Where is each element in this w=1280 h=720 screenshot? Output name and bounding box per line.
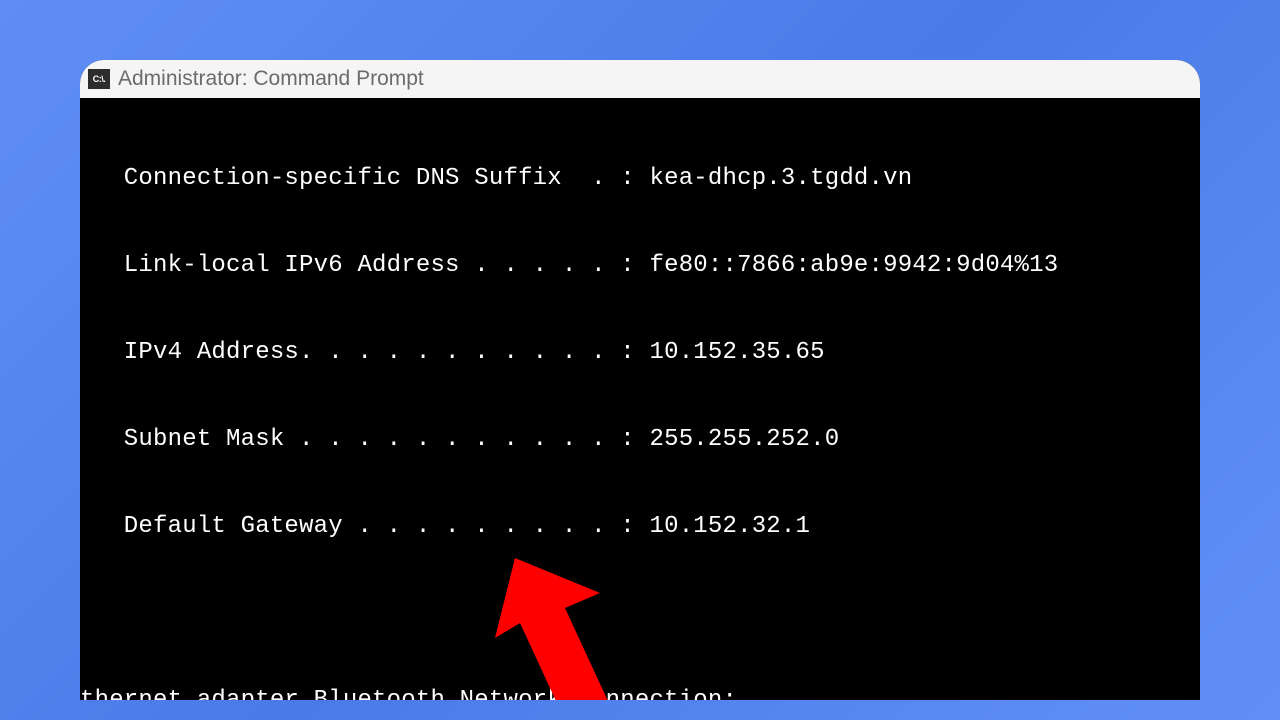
output-blank — [80, 599, 1200, 628]
window-titlebar[interactable]: C:\. Administrator: Command Prompt — [80, 60, 1200, 98]
window-title: Administrator: Command Prompt — [118, 67, 424, 91]
output-ipv6-address: Link-local IPv6 Address . . . . . : fe80… — [80, 251, 1200, 280]
output-adapter-header: thernet adapter Bluetooth Network Connec… — [80, 686, 1200, 700]
terminal-output-area[interactable]: Connection-specific DNS Suffix . : kea-d… — [80, 98, 1200, 700]
output-subnet-mask: Subnet Mask . . . . . . . . . . . : 255.… — [80, 425, 1200, 454]
command-prompt-window: C:\. Administrator: Command Prompt Conne… — [80, 60, 1200, 700]
output-default-gateway: Default Gateway . . . . . . . . . : 10.1… — [80, 512, 1200, 541]
cmd-icon: C:\. — [88, 69, 110, 89]
output-ipv4-address: IPv4 Address. . . . . . . . . . . : 10.1… — [80, 338, 1200, 367]
output-dns-suffix: Connection-specific DNS Suffix . : kea-d… — [80, 164, 1200, 193]
